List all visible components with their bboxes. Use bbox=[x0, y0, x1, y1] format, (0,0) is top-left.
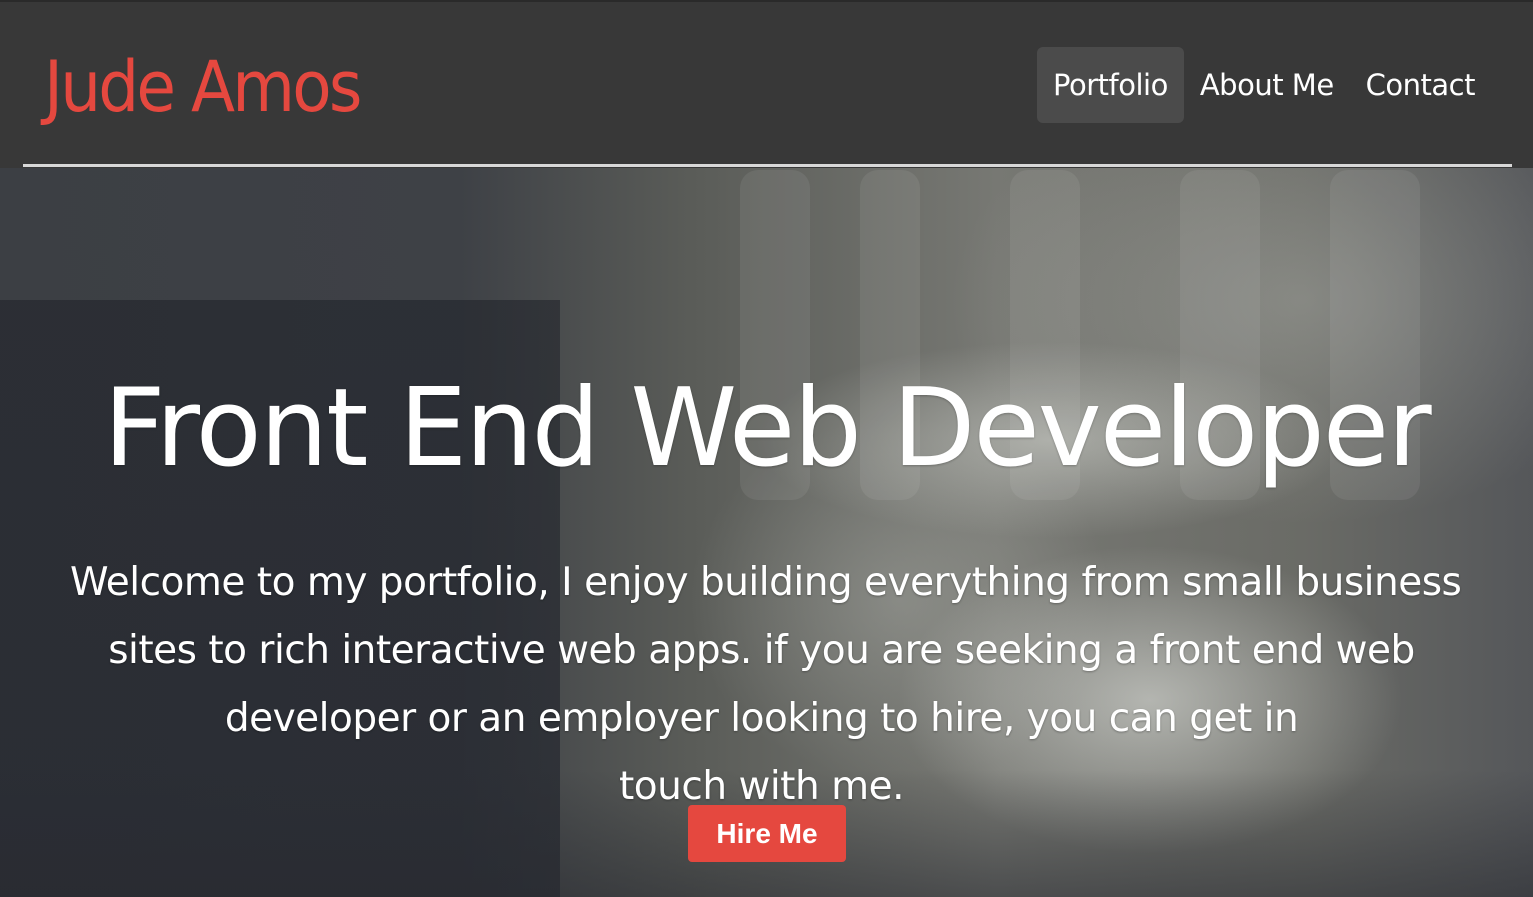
brand-logo[interactable]: Jude Amos bbox=[44, 42, 362, 132]
nav-item-portfolio[interactable]: Portfolio bbox=[1037, 47, 1184, 123]
nav-item-about-me[interactable]: About Me bbox=[1184, 47, 1350, 123]
hero-text-line: developer or an employer looking to hire… bbox=[224, 696, 1299, 741]
hire-me-button[interactable]: Hire Me bbox=[688, 805, 846, 862]
main-nav: Portfolio About Me Contact bbox=[1037, 47, 1491, 123]
hero-text-line: Welcome to my portfolio, I enjoy buildin… bbox=[70, 560, 1462, 605]
site-header: Jude Amos Portfolio About Me Contact bbox=[0, 0, 1533, 168]
hero-title: Front End Web Developer bbox=[103, 366, 1431, 492]
hero-intro-text: Welcome to my portfolio, I enjoy buildin… bbox=[70, 549, 1462, 821]
hero-text-line: sites to rich interactive web apps. if y… bbox=[108, 628, 1415, 673]
nav-item-contact[interactable]: Contact bbox=[1350, 47, 1491, 123]
header-divider bbox=[23, 164, 1512, 167]
